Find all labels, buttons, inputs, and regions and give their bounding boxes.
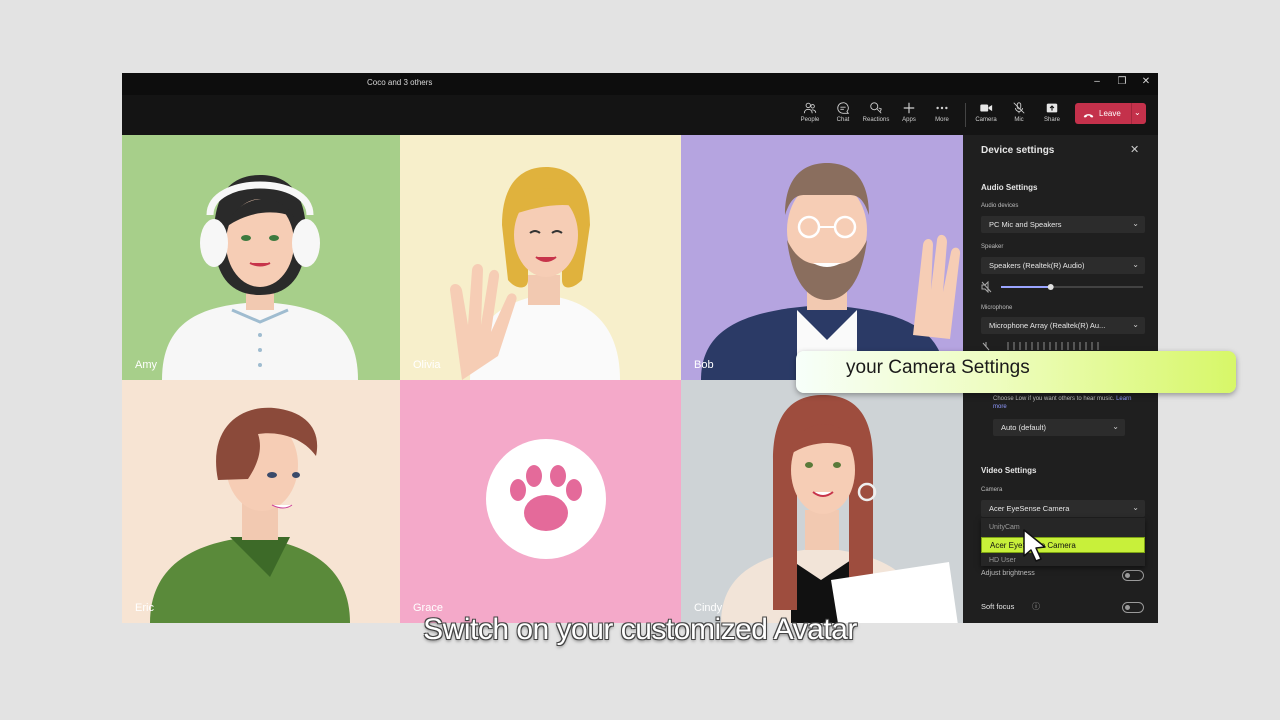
noise-suppression-select[interactable]: Auto (default) ⌄	[993, 419, 1125, 436]
chevron-down-icon: ⌄	[1132, 320, 1139, 329]
amy-avatar	[162, 175, 358, 380]
olivia-avatar	[450, 167, 620, 380]
eric-avatar	[150, 407, 350, 623]
cindy-avatar	[721, 395, 958, 623]
video-tile-grace[interactable]: Grace	[400, 380, 681, 623]
slider-knob[interactable]	[1047, 284, 1054, 290]
more-icon	[936, 106, 948, 110]
chevron-down-icon[interactable]: ⌄	[1134, 108, 1141, 117]
participant-name: Bob	[694, 359, 714, 371]
maximize-icon[interactable]: ❐	[1115, 76, 1129, 87]
video-tile-olivia[interactable]: Olivia	[400, 135, 681, 380]
reactions-button[interactable]: Reactions	[860, 98, 892, 132]
camera-select[interactable]: Acer EyeSense Camera ⌄	[981, 500, 1145, 517]
chevron-down-icon: ⌄	[1132, 503, 1139, 512]
camera-option[interactable]: HD User	[989, 557, 1016, 564]
mic-off-icon	[982, 342, 990, 351]
apps-button[interactable]: Apps	[893, 98, 925, 132]
microphone-label: Microphone	[981, 305, 1013, 311]
leave-button[interactable]: Leave ⌄	[1075, 103, 1146, 124]
more-button[interactable]: More	[926, 98, 958, 132]
camera-option[interactable]: UnityCam	[989, 524, 1020, 531]
microphone-select[interactable]: Microphone Array (Realtek(R) Au... ⌄	[981, 317, 1145, 334]
video-tile-bob[interactable]: Bob	[681, 135, 963, 380]
chevron-down-icon: ⌄	[1132, 260, 1139, 269]
mouse-cursor-icon	[1023, 529, 1046, 562]
video-tile-cindy[interactable]: Cindy	[681, 380, 963, 623]
meeting-toolbar: People Chat Reactions Apps More Camera M…	[122, 95, 1158, 135]
mic-button[interactable]: Mic	[1003, 98, 1035, 132]
chat-button[interactable]: Chat	[827, 98, 859, 132]
participant-name: Olivia	[413, 359, 441, 371]
video-tile-amy[interactable]: Amy	[122, 135, 400, 380]
minimize-icon[interactable]: –	[1090, 76, 1104, 87]
participant-name: Amy	[135, 359, 157, 371]
mic-off-icon	[1013, 102, 1025, 114]
audio-settings-heading: Audio Settings	[981, 183, 1038, 192]
camera-options-list: UnityCam Acer EyeSense Camera HD User	[981, 518, 1145, 566]
video-settings-heading: Video Settings	[981, 466, 1037, 475]
people-icon	[803, 102, 817, 114]
people-button[interactable]: People	[794, 98, 826, 132]
panel-title: Device settings	[981, 145, 1055, 156]
audio-devices-select[interactable]: PC Mic and Speakers ⌄	[981, 216, 1145, 233]
audio-devices-label: Audio devices	[981, 203, 1019, 209]
info-icon[interactable]: ⓘ	[1032, 601, 1040, 612]
chevron-down-icon: ⌄	[1112, 422, 1119, 431]
chevron-down-icon: ⌄	[1132, 219, 1139, 228]
soft-focus-label: Soft focus	[981, 602, 1015, 611]
adjust-brightness-toggle[interactable]	[1122, 570, 1144, 581]
speaker-label: Speaker	[981, 244, 1004, 250]
paw-avatar-icon	[486, 439, 606, 559]
soft-focus-toggle[interactable]	[1122, 602, 1144, 613]
camera-button[interactable]: Camera	[970, 98, 1002, 132]
speaker-volume-slider[interactable]	[981, 281, 1145, 293]
slider-fill	[1001, 286, 1051, 288]
noise-suppression-help: Choose Low if you want others to hear mu…	[993, 396, 1132, 410]
camera-settings-callout: your Camera Settings	[796, 351, 1236, 393]
speaker-select[interactable]: Speakers (Realtek(R) Audio) ⌄	[981, 257, 1145, 274]
share-button[interactable]: Share	[1036, 98, 1068, 132]
camera-label: Camera	[981, 487, 1003, 493]
video-tile-eric[interactable]: Eric	[122, 380, 400, 623]
window-title: Coco and 3 others	[367, 78, 433, 87]
bob-avatar	[701, 163, 961, 380]
close-icon[interactable]: ✕	[1130, 143, 1139, 156]
toolbar-divider	[965, 103, 966, 127]
mic-level-meter	[982, 342, 1099, 351]
close-window-icon[interactable]: ✕	[1139, 76, 1153, 87]
camera-option-selected[interactable]: Acer EyeSense Camera	[981, 537, 1145, 553]
mic-level-bars	[1007, 342, 1099, 350]
leave-divider	[1131, 103, 1132, 124]
reactions-icon	[870, 102, 882, 114]
title-bar: Coco and 3 others – ❐ ✕	[122, 73, 1158, 95]
adjust-brightness-label: Adjust brightness	[981, 570, 1035, 577]
share-icon	[1046, 103, 1058, 113]
plus-icon	[903, 102, 915, 114]
teams-meeting-window: Coco and 3 others – ❐ ✕ People Chat Reac…	[122, 73, 1158, 623]
hang-up-icon	[1083, 114, 1094, 118]
chat-icon	[837, 102, 850, 114]
camera-icon	[980, 104, 993, 112]
video-subtitle: Switch on your customized Avatar	[423, 613, 857, 646]
